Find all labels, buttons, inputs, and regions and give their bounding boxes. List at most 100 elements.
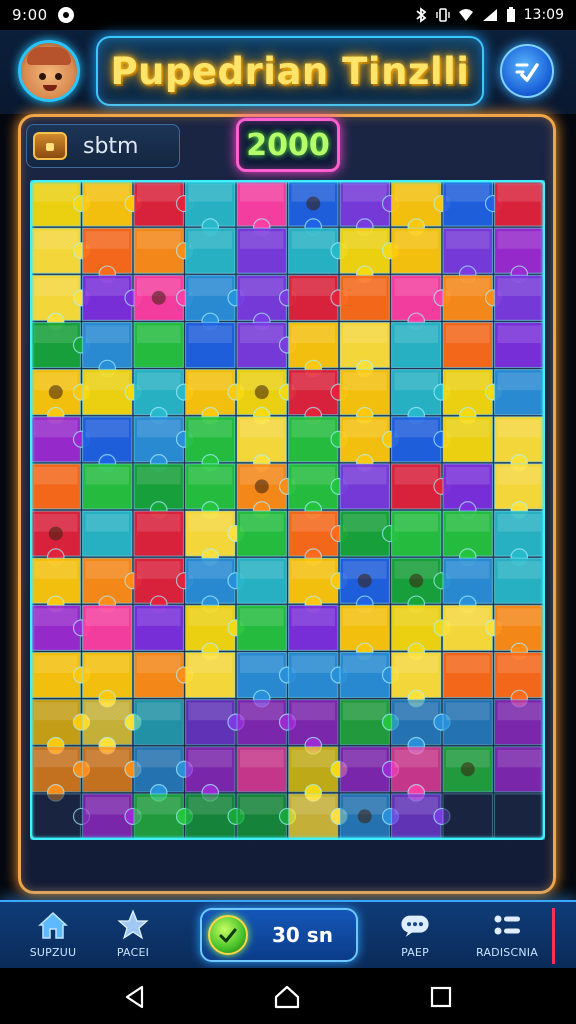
puzzle-piece[interactable] [236,368,297,425]
puzzle-piece[interactable] [390,321,442,369]
puzzle-piece[interactable] [133,510,185,557]
puzzle-piece[interactable] [390,180,451,236]
puzzle-piece[interactable] [81,416,133,472]
puzzle-piece[interactable] [390,746,442,802]
puzzle-piece[interactable] [133,463,185,519]
puzzle-piece[interactable] [339,274,391,322]
puzzle-piece[interactable] [339,227,400,284]
puzzle-piece[interactable] [81,604,133,652]
puzzle-piece[interactable] [339,321,391,378]
puzzle-piece[interactable] [184,698,245,746]
puzzle-piece[interactable] [184,604,245,661]
nav-item-paep[interactable]: PAEP [380,908,450,966]
puzzle-piece[interactable] [133,746,194,802]
puzzle-piece[interactable] [339,651,400,699]
puzzle-piece[interactable] [442,510,494,566]
puzzle-piece[interactable] [339,463,391,510]
puzzle-piece[interactable] [30,368,91,425]
puzzle-piece[interactable] [81,274,142,322]
puzzle-piece[interactable] [81,227,133,284]
puzzle-piece[interactable] [236,604,288,652]
puzzle-piece[interactable] [287,180,339,236]
puzzle-piece[interactable] [442,793,494,840]
puzzle-piece[interactable] [287,416,348,463]
puzzle-piece[interactable] [81,793,142,840]
puzzle-piece[interactable] [390,274,451,331]
puzzle-piece[interactable] [339,368,391,425]
nav-item-pacei[interactable]: PACEI [98,908,168,966]
puzzle-piece[interactable] [133,698,185,746]
puzzle-piece[interactable] [442,321,494,369]
puzzle-piece[interactable] [133,416,194,472]
puzzle-piece[interactable] [81,651,133,708]
puzzle-piece[interactable] [493,463,545,519]
timer-button[interactable]: 30 sn [200,908,358,962]
puzzle-piece[interactable] [442,180,503,227]
puzzle-piece[interactable] [236,463,297,519]
puzzle-piece[interactable] [30,416,91,463]
puzzle-piece[interactable] [442,698,494,746]
puzzle-piece[interactable] [493,227,545,284]
puzzle-piece[interactable] [133,368,194,425]
puzzle-piece[interactable] [390,557,451,614]
puzzle-piece[interactable] [442,651,494,699]
puzzle-piece[interactable] [81,746,142,793]
puzzle-piece[interactable] [81,180,142,227]
puzzle-piece[interactable] [339,793,400,840]
puzzle-piece[interactable] [30,321,91,369]
puzzle-piece[interactable] [184,463,236,519]
puzzle-pieces[interactable] [30,180,545,840]
puzzle-piece[interactable] [236,698,297,746]
back-button[interactable] [120,982,150,1012]
puzzle-piece[interactable] [390,416,451,463]
nav-item-supzuu[interactable]: SUPZUU [18,908,88,966]
puzzle-piece[interactable] [442,368,503,425]
puzzle-piece[interactable] [442,227,494,284]
puzzle-piece[interactable] [339,510,400,557]
puzzle-piece[interactable] [184,746,236,802]
puzzle-piece[interactable] [390,793,451,840]
puzzle-piece[interactable] [184,510,245,566]
puzzle-piece[interactable] [493,698,545,746]
puzzle-piece[interactable] [493,604,545,661]
puzzle-piece[interactable] [133,651,194,699]
puzzle-piece[interactable] [493,321,545,369]
puzzle-piece[interactable] [184,793,245,840]
puzzle-piece[interactable] [184,368,245,425]
puzzle-piece[interactable] [442,604,503,652]
puzzle-piece[interactable] [390,510,442,557]
puzzle-piece[interactable] [30,180,91,227]
menu-button[interactable] [500,44,554,98]
puzzle-piece[interactable] [339,746,400,793]
puzzle-piece[interactable] [287,368,348,425]
puzzle-piece[interactable] [236,746,288,793]
puzzle-piece[interactable] [493,557,545,604]
puzzle-piece[interactable] [442,463,494,519]
puzzle-piece[interactable] [236,651,297,708]
puzzle-piece[interactable] [287,510,348,566]
puzzle-piece[interactable] [30,227,91,274]
puzzle-piece[interactable] [30,557,82,614]
puzzle-piece[interactable] [493,510,545,566]
puzzle-piece[interactable] [81,510,133,557]
puzzle-piece[interactable] [339,557,391,614]
puzzle-piece[interactable] [287,746,348,802]
puzzle-piece[interactable] [81,557,142,614]
puzzle-piece[interactable] [184,651,236,699]
home-system-button[interactable] [272,982,302,1012]
puzzle-piece[interactable] [30,274,91,331]
puzzle-grid[interactable] [30,180,545,840]
puzzle-piece[interactable] [30,746,91,802]
recents-button[interactable] [426,982,456,1012]
puzzle-piece[interactable] [184,274,245,331]
puzzle-piece[interactable] [287,651,348,699]
puzzle-piece[interactable] [133,557,194,614]
puzzle-piece[interactable] [287,463,348,519]
puzzle-piece[interactable] [30,463,82,510]
puzzle-piece[interactable] [442,557,494,614]
puzzle-piece[interactable] [493,416,545,472]
puzzle-piece[interactable] [81,368,142,416]
puzzle-piece[interactable] [390,604,451,661]
puzzle-piece[interactable] [236,793,297,840]
puzzle-piece[interactable] [390,698,451,755]
